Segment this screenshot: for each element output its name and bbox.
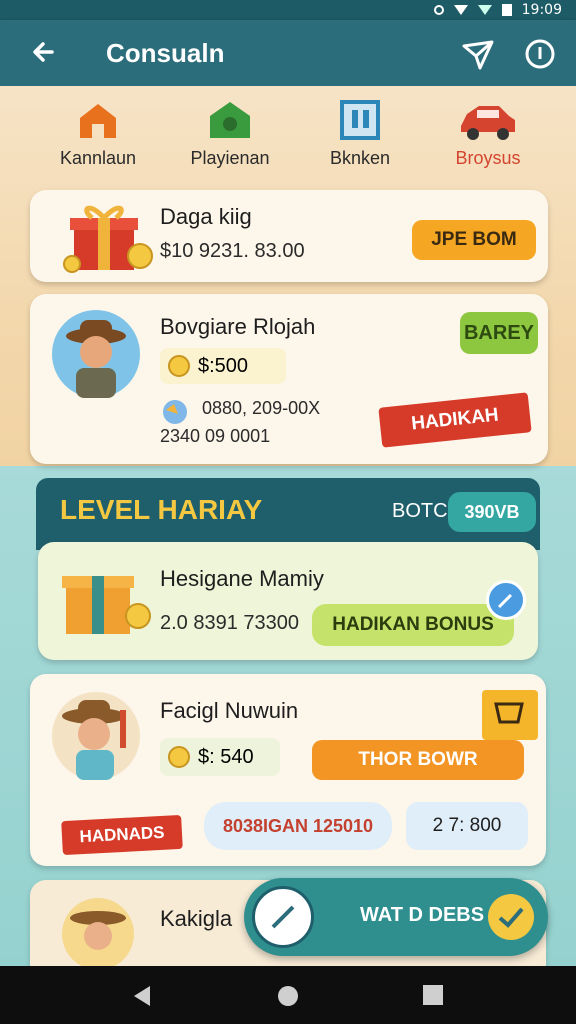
nav-recents-icon[interactable]: [422, 984, 444, 1006]
category-label: Kannlaun: [59, 148, 137, 168]
coin-balance: $: 540: [160, 738, 280, 776]
card-title: Kakigla: [160, 906, 233, 931]
car-icon: [461, 106, 515, 140]
level-title: LEVEL HARIAY: [60, 494, 263, 525]
card-title: Daga kiig: [160, 204, 252, 229]
pencil-icon: [497, 593, 513, 609]
reward-card[interactable]: Daga kiig $10 9231. 83.00 JPE BOM: [30, 190, 548, 282]
info-chip: 2 7: 800: [406, 802, 528, 850]
info-chip: 8038IGAN 125010: [204, 802, 392, 850]
level-label: BOTC: [392, 500, 448, 522]
category-broysus[interactable]: Broysus: [428, 98, 548, 169]
speech-badge: BAREY: [460, 312, 538, 354]
status-bar: 19:09: [0, 0, 576, 20]
check-icon: [488, 894, 534, 940]
stat-line: 0880, 209-00X: [202, 398, 321, 418]
category-label: Broysus: [455, 148, 521, 168]
coin-amount: $: 540: [198, 745, 254, 768]
compass-icon: [252, 886, 314, 948]
coin-icon: [168, 746, 190, 768]
profile-card[interactable]: Bovgiare Rlojah $:500 0880, 209-00X 2340…: [30, 294, 548, 464]
wifi-icon: [453, 5, 468, 15]
edit-button[interactable]: [486, 580, 526, 620]
category-label: Playienan: [190, 148, 270, 168]
page-title: Consualn: [106, 38, 225, 68]
battery-icon: [501, 4, 512, 16]
nav-home-icon[interactable]: [276, 984, 300, 1008]
coin-icon: [168, 355, 190, 377]
system-nav-bar: [0, 966, 576, 1024]
house-icon: [80, 104, 116, 138]
card-title: Bovgiare Rlojah: [160, 314, 316, 339]
level-pill[interactable]: 390VB: [448, 492, 536, 532]
level-header: LEVEL HARIAY BOTC 390VB: [36, 478, 540, 550]
nav-back-icon[interactable]: [130, 984, 154, 1008]
card-title: Facigl Nuwuin: [160, 698, 299, 723]
category-label: Bknken: [329, 148, 391, 168]
category-playienan[interactable]: Playienan: [170, 98, 290, 169]
coin-amount: $:500: [198, 354, 249, 377]
category-bknken[interactable]: Bknken: [300, 98, 420, 169]
gift-box-icon: [63, 205, 153, 273]
cart-icon: [494, 702, 524, 724]
globe-icon: [163, 400, 187, 424]
bonus-card[interactable]: Hesigane Mamiy 2.0 8391 73300 HADIKAN BO…: [38, 542, 538, 660]
action-button[interactable]: THOR BOWR: [312, 740, 524, 780]
claim-button[interactable]: JPE BOM: [412, 220, 536, 260]
building-icon: [340, 100, 380, 140]
avatar: [52, 310, 140, 398]
back-arrow-icon[interactable]: [26, 32, 66, 72]
cart-button[interactable]: [482, 690, 538, 740]
ribbon-badge: HADNADS: [61, 814, 183, 856]
gift-box-icon: [62, 576, 151, 634]
category-kannlaun[interactable]: Kannlaun: [38, 98, 158, 169]
info-icon[interactable]: [520, 34, 560, 74]
bonus-button[interactable]: HADIKAN BONUS: [312, 604, 514, 646]
floating-action-button[interactable]: WAT D DEBS: [244, 878, 548, 956]
signal-icon: [477, 5, 492, 15]
ribbon-badge: HADIKAH: [378, 392, 532, 448]
fab-label: WAT D DEBS: [360, 904, 485, 926]
app-bar: Consualn: [0, 20, 576, 86]
status-time: 19:09: [521, 2, 562, 18]
avatar: [62, 898, 134, 970]
stat-line: 2340 09 0001: [160, 426, 271, 446]
task-card[interactable]: Facigl Nuwuin $: 540 THOR BOWR HADNADS 8…: [30, 674, 546, 866]
avatar: [52, 692, 140, 780]
card-amount: $10 9231. 83.00: [160, 240, 305, 262]
card-title: Hesigane Mamiy: [160, 566, 324, 591]
home-green-icon: [210, 102, 250, 138]
coin-balance: $:500: [160, 348, 286, 384]
send-icon[interactable]: [458, 34, 498, 74]
card-amount: 2.0 8391 73300: [160, 612, 300, 634]
alarm-icon: [433, 5, 444, 15]
